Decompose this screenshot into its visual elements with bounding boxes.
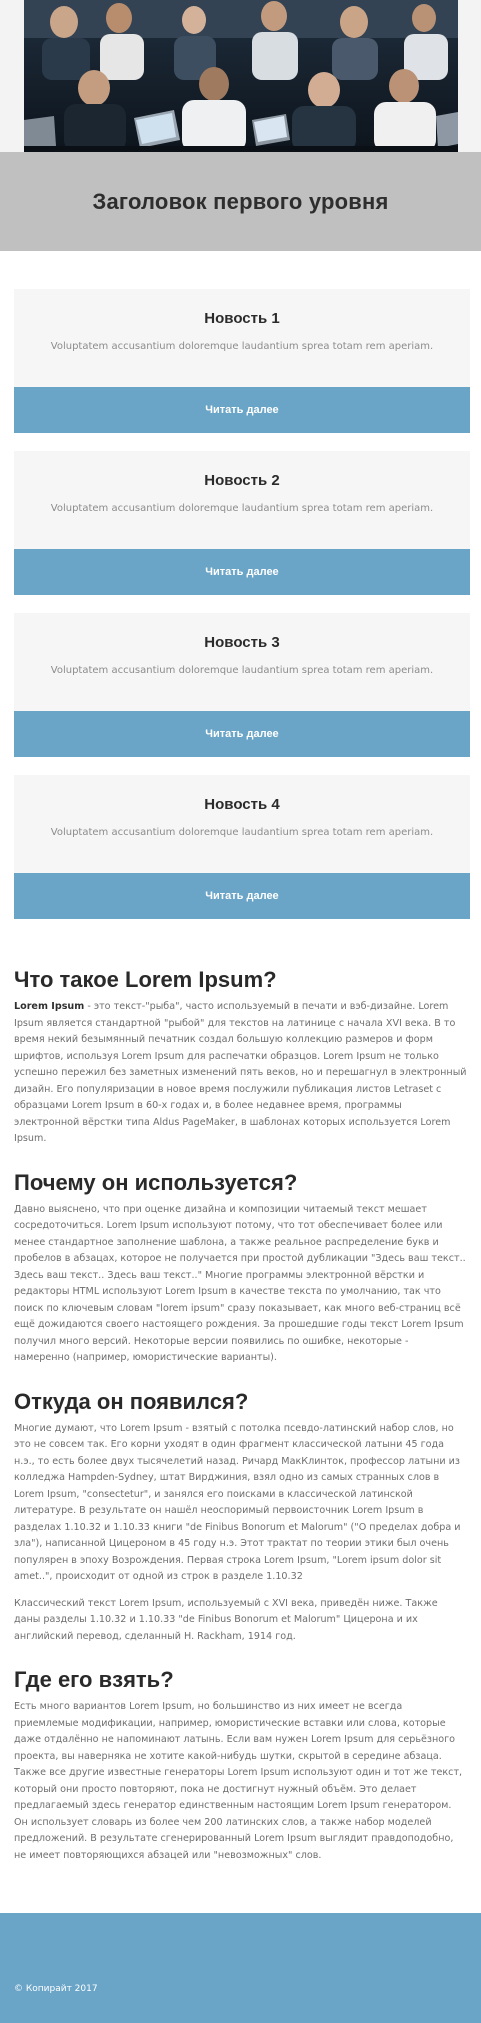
news-text: Voluptatem accusantium doloremque laudan… (50, 665, 434, 676)
hero-photo (23, 0, 458, 152)
news-card-body: Новость 2 Voluptatem accusantium dolorem… (14, 451, 470, 549)
section-heading: Почему он используется? (14, 1169, 298, 1195)
read-more-button[interactable]: Читать далее (14, 387, 470, 433)
news-list: Новость 1 Voluptatem accusantium dolorem… (0, 251, 481, 919)
news-title: Новость 2 (204, 472, 280, 489)
section-paragraph: Есть много вариантов Lorem Ipsum, но бол… (14, 1701, 463, 1861)
news-card: Новость 1 Voluptatem accusantium dolorem… (14, 289, 470, 433)
news-card-body: Новость 1 Voluptatem accusantium dolorem… (14, 289, 470, 387)
section-heading: Что такое Lorem Ipsum? (14, 967, 277, 992)
news-card-body: Новость 3 Voluptatem accusantium dolorem… (14, 613, 470, 711)
news-title: Новость 3 (204, 634, 280, 651)
news-card: Новость 4 Voluptatem accusantium dolorem… (14, 775, 470, 919)
article: Что такое Lorem Ipsum? Lorem Ipsum - это… (0, 937, 481, 1864)
news-text: Voluptatem accusantium doloremque laudan… (50, 503, 434, 514)
read-more-button[interactable]: Читать далее (14, 549, 470, 595)
section-paragraph: Lorem Ipsum - это текст-"рыба", часто ис… (14, 999, 467, 1148)
news-card: Новость 2 Voluptatem accusantium dolorem… (14, 451, 470, 595)
news-card-body: Новость 4 Voluptatem accusantium dolorem… (14, 775, 470, 873)
page-title: Заголовок первого уровня (92, 188, 389, 214)
section-text: - это текст-"рыба", часто используемый в… (14, 1001, 467, 1144)
lead-term: Lorem Ipsum (14, 1001, 85, 1012)
read-more-button[interactable]: Читать далее (14, 873, 470, 919)
news-title: Новость 4 (204, 796, 280, 813)
section-paragraph: Многие думают, что Lorem Ipsum - взятый … (14, 1422, 461, 1583)
hero-image-area (0, 0, 481, 152)
news-title: Новость 1 (204, 310, 280, 327)
news-text: Voluptatem accusantium doloremque laudan… (50, 827, 434, 838)
section-paragraph: Давно выяснено, что при оценке дизайна и… (14, 1203, 466, 1364)
section-heading: Где его взять? (14, 1667, 174, 1692)
footer: © Копирайт 2017 (0, 1913, 481, 2023)
office-meeting-photo (23, 0, 458, 152)
section-paragraph: Классический текст Lorem Ipsum, использу… (14, 1597, 438, 1642)
section-heading: Откуда он появился? (14, 1388, 249, 1414)
title-banner: Заголовок первого уровня (0, 152, 481, 251)
news-text: Voluptatem accusantium doloremque laudan… (50, 341, 434, 352)
read-more-button[interactable]: Читать далее (14, 711, 470, 757)
news-card: Новость 3 Voluptatem accusantium dolorem… (14, 613, 470, 757)
copyright-text: © Копирайт 2017 (14, 1984, 98, 1994)
